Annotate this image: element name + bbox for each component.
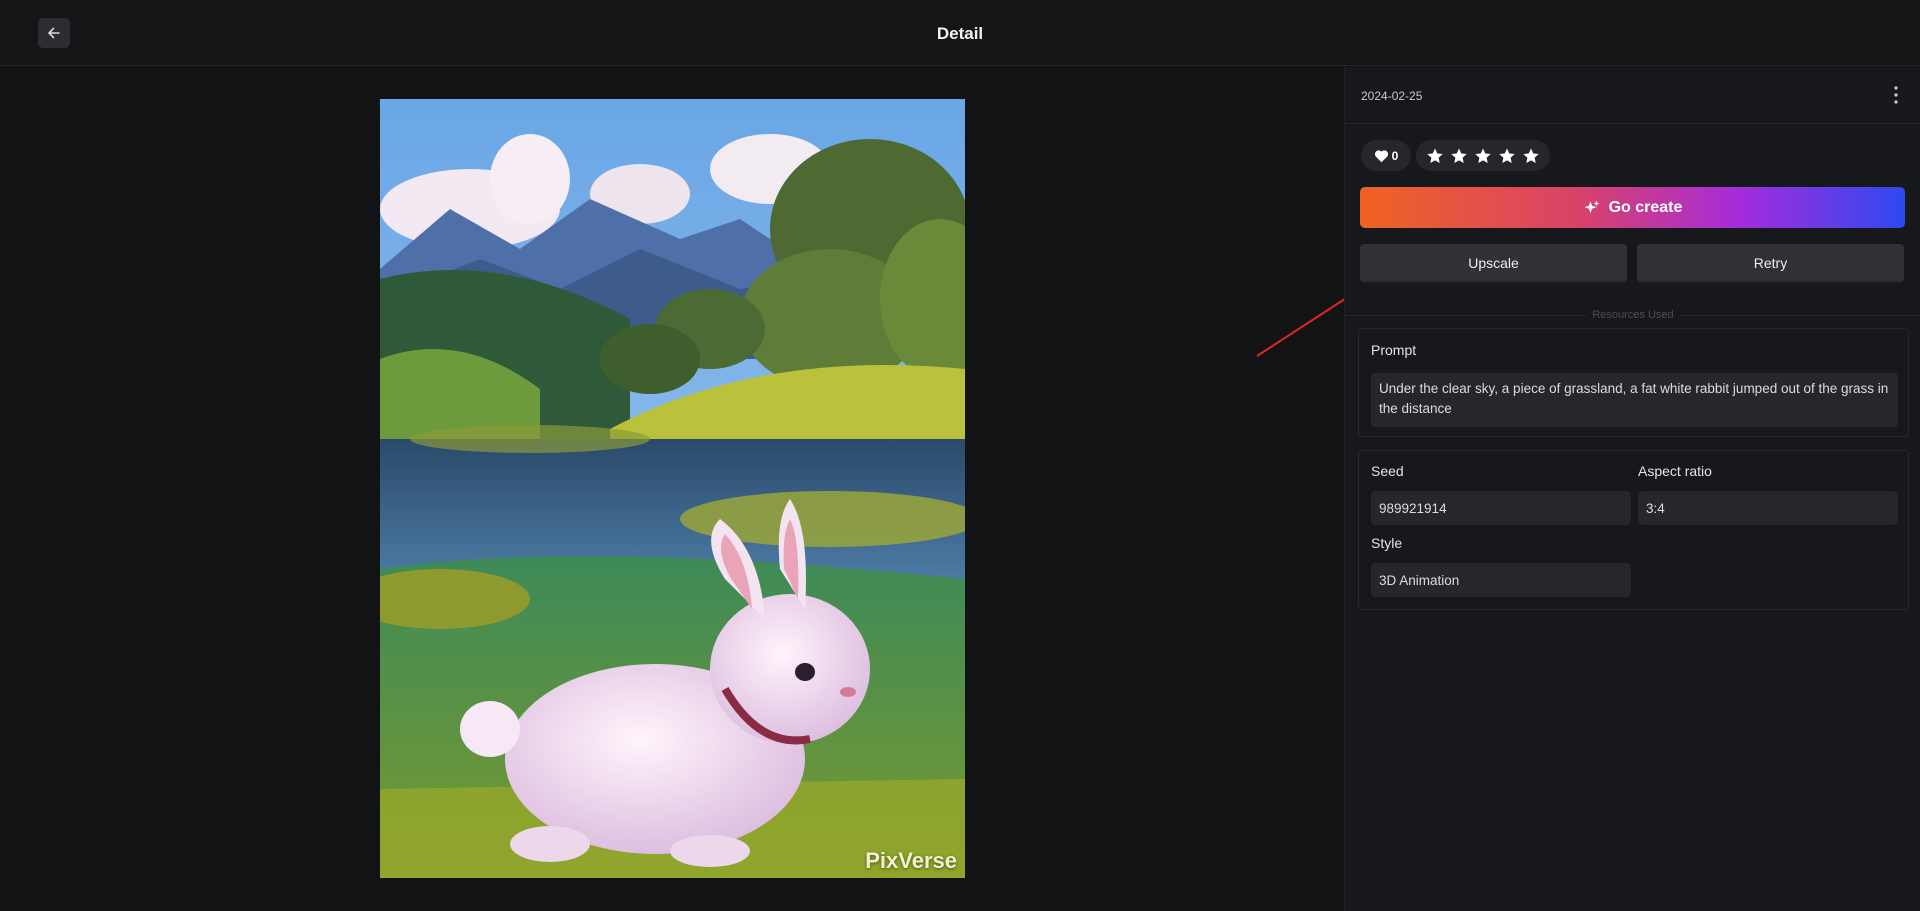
seed-label: Seed [1371,463,1404,479]
resources-divider: Resources Used [1345,308,1920,322]
generated-image[interactable]: PixVerse [380,99,965,878]
more-options-button[interactable] [1885,81,1907,109]
star-icon[interactable] [1426,147,1444,165]
like-button[interactable]: 0 [1361,140,1411,171]
rabbit-scene-illustration [380,99,965,878]
like-count: 0 [1391,148,1399,163]
star-icon[interactable] [1522,147,1540,165]
aspect-ratio-label: Aspect ratio [1638,463,1712,479]
creation-date: 2024-02-25 [1361,89,1423,103]
resources-label: Resources Used [1592,309,1674,321]
star-icon[interactable] [1474,147,1492,165]
upscale-button[interactable]: Upscale [1360,244,1627,283]
watermark: PixVerse [865,848,957,873]
style-label: Style [1371,535,1403,551]
page-title: Detail [936,24,984,43]
top-bar: Detail [0,0,1920,66]
parameters-card: Seed 989921914 Aspect ratio 3:4 Style 3D… [1358,450,1909,610]
go-create-label: Go create [1608,198,1683,216]
style-value[interactable]: 3D Animation [1371,563,1631,597]
aspect-ratio-value[interactable]: 3:4 [1638,491,1898,525]
divider-line [1679,314,1920,316]
prompt-card: Prompt Under the clear sky, a piece of g… [1358,328,1909,437]
go-create-button[interactable]: Go create [1360,187,1905,228]
sparkle-icon [1584,200,1600,213]
prompt-text[interactable]: Under the clear sky, a piece of grasslan… [1371,373,1898,427]
star-rating [1416,140,1550,171]
star-icon[interactable] [1450,147,1468,165]
image-viewer: PixVerse [0,67,1344,911]
panel-header: 2024-02-25 [1345,67,1920,124]
divider-line [1345,314,1587,316]
seed-value[interactable]: 989921914 [1371,491,1631,525]
prompt-label: Prompt [1371,342,1417,358]
heart-icon [1374,149,1388,162]
star-icon[interactable] [1498,147,1516,165]
detail-panel: 2024-02-25 0 Go create Upscale Retry Res… [1344,67,1920,911]
more-vertical-icon [1894,86,1898,104]
retry-button[interactable]: Retry [1637,244,1904,283]
